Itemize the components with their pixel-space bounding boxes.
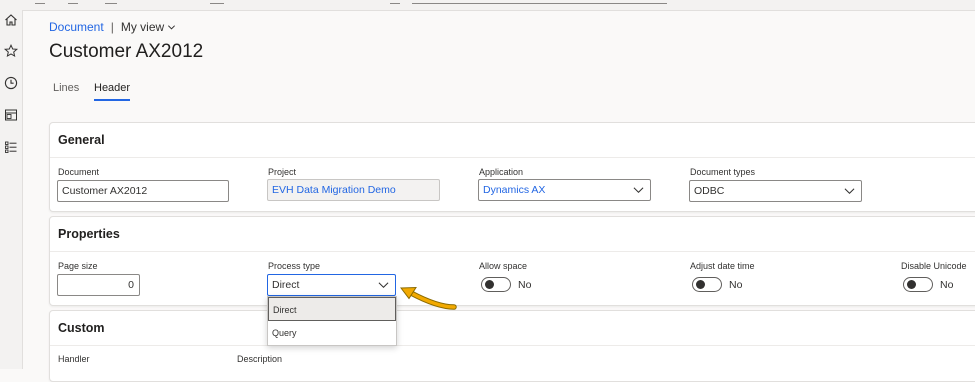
application-label: Application [479,167,524,177]
page-title: Customer AX2012 [49,41,204,62]
page-size-label: Page size [58,261,98,271]
section-divider [50,345,975,346]
page-size-field[interactable]: 0 [57,274,140,296]
breadcrumb-separator: | [110,20,114,34]
disable-unicode-label: Disable Unicode [901,261,967,271]
breadcrumb: Document | My view [49,20,176,34]
tab-lines[interactable]: Lines [53,82,79,94]
star-icon[interactable] [3,43,19,59]
list-icon[interactable] [3,139,19,155]
allow-space-toggle[interactable] [481,277,511,292]
section-divider [50,157,975,158]
chevron-down-icon [844,188,855,195]
my-view-label: My view [120,20,165,34]
breadcrumb-document-link[interactable]: Document [49,20,104,34]
process-type-value: Direct [272,279,300,291]
chevron-down-icon [168,25,176,30]
tab-header[interactable]: Header [94,82,131,101]
allow-space-label: Allow space [479,261,528,271]
my-view-menu[interactable]: My view [121,20,176,34]
allow-space-value: No [518,279,532,291]
adjust-date-time-toggle[interactable] [692,277,722,292]
chevron-down-icon [378,282,389,289]
disable-unicode-value: No [940,279,954,291]
browser-toolbar [0,0,975,11]
document-types-value: ODBC [694,185,725,197]
properties-heading[interactable]: Properties [58,227,120,241]
section-divider [50,251,975,252]
recent-icon[interactable] [3,75,19,91]
chevron-down-icon [633,187,644,194]
custom-section: Custom Handler Description [49,310,975,382]
process-type-label: Process type [268,261,321,271]
project-label: Project [268,167,297,177]
workspace-icon[interactable] [3,107,19,123]
adjust-date-time-label: Adjust date time [690,261,755,271]
disable-unicode-toggle[interactable] [903,277,933,292]
properties-section: Properties Page size 0 Process type Dire… [49,216,975,306]
home-icon[interactable] [3,12,19,28]
document-types-label: Document types [690,167,756,177]
option-direct[interactable]: Direct [268,297,396,321]
document-label: Document [58,167,100,177]
handler-label: Handler [58,354,90,364]
process-type-dropdown-list: Direct Query [267,296,397,346]
application-select[interactable]: Dynamics AX [478,179,651,201]
navigation-pane [0,10,23,369]
general-heading[interactable]: General [58,133,105,147]
document-types-select[interactable]: ODBC [689,180,862,202]
custom-heading[interactable]: Custom [58,321,105,335]
document-field[interactable]: Customer AX2012 [57,180,229,202]
adjust-date-time-value: No [729,279,743,291]
process-type-select[interactable]: Direct [267,274,396,296]
general-section: General Document Customer AX2012 Project… [49,122,975,212]
application-value: Dynamics AX [483,184,546,196]
callout-arrow-icon [400,286,457,310]
project-field[interactable]: EVH Data Migration Demo [267,179,440,201]
option-query[interactable]: Query [268,321,396,345]
description-label: Description [237,354,283,364]
